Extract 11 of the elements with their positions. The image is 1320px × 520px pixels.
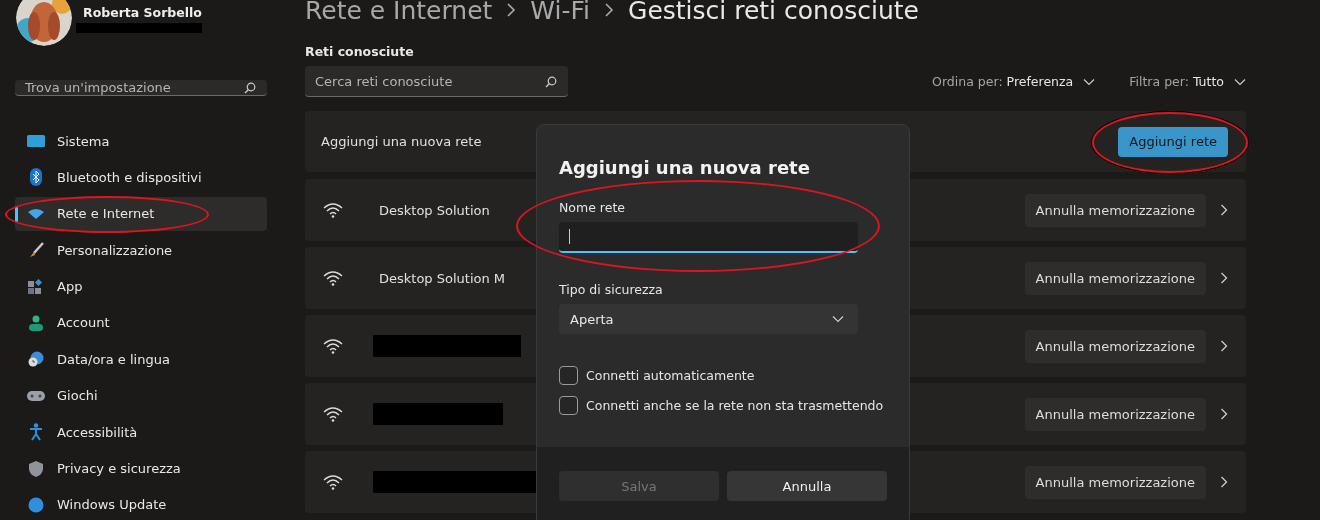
row-label: Aggiungi una nuova rete <box>321 134 482 149</box>
field-label: Tipo di sicurezza <box>559 282 664 297</box>
network-name: Desktop Solution <box>379 202 490 218</box>
breadcrumb-item: Gestisci reti conosciute <box>628 0 919 25</box>
dialog-title: Aggiungi una nuova rete <box>559 157 811 178</box>
checkbox-label: Connetti automaticamente <box>586 368 755 383</box>
field-label: Nome rete <box>559 200 626 215</box>
user-name: Roberta Sorbello <box>83 5 202 20</box>
checkbox-label: Connetti anche se la rete non sta trasmettendo <box>586 398 884 413</box>
section-title: Reti conosciute <box>305 44 415 59</box>
network-name: Desktop Solution M <box>379 270 506 286</box>
